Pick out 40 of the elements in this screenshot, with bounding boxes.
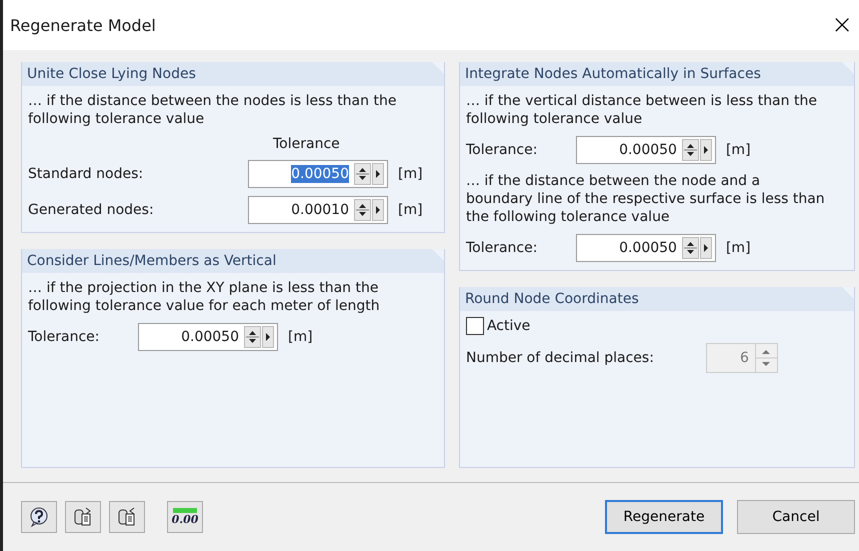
group-title: Round Node Coordinates [460,287,854,311]
field-label: Number of decimal places: [466,350,655,366]
description-text: … if the distance between the node and a boundary line of the respective surface is less than the following tolerance value [466,172,826,226]
input-field[interactable]: 0.00050 [138,323,278,351]
unit-label: [m] [398,202,423,218]
description-text: … if the projection in the XY plane is less than the following tolerance value for each meter of length [28,279,381,315]
active-checkbox[interactable]: Active [466,317,848,335]
column-header: Tolerance [273,136,340,152]
field-label: Tolerance: [466,142,538,158]
field-label: Standard nodes: [28,166,144,182]
field-label: Tolerance: [28,329,100,345]
import-button[interactable] [109,501,145,533]
description-text: … if the distance between the nodes is less than the following tolerance value [28,92,398,128]
export-button[interactable] [65,501,101,533]
unit-label: [m] [288,329,313,345]
window-title: Regenerate Model [10,16,156,34]
unit-label: [m] [726,240,751,256]
decimal-format-button[interactable]: 0.00 [167,501,203,533]
group-title: Integrate Nodes Automatically in Surfaces [460,62,854,86]
field-label: Generated nodes: [28,202,155,218]
close-button[interactable]: × [825,10,859,40]
help-icon [28,506,50,528]
unit-label: [m] [726,142,751,158]
input-field[interactable]: 0.00010 [248,196,388,224]
spinner-icon[interactable] [682,237,699,259]
help-button[interactable] [21,501,57,533]
input-field[interactable]: 0.00050 [576,234,716,262]
spinner-icon[interactable] [682,139,699,161]
regenerate-button[interactable]: Regenerate [605,500,723,534]
cancel-button[interactable]: Cancel [737,500,855,534]
input-field[interactable]: 0.00050 [576,136,716,164]
spinner-icon[interactable] [354,163,371,185]
spinner-icon[interactable] [244,326,261,348]
group-title: Consider Lines/Members as Vertical [22,249,444,273]
field-label: Tolerance: [466,240,538,256]
spinner-icon[interactable] [354,199,371,221]
unit-label: [m] [398,166,423,182]
input-field[interactable]: 0.00050 [248,160,388,188]
group-title: Unite Close Lying Nodes [22,62,444,86]
description-text: … if the vertical distance between is less than the following tolerance value [466,92,818,128]
